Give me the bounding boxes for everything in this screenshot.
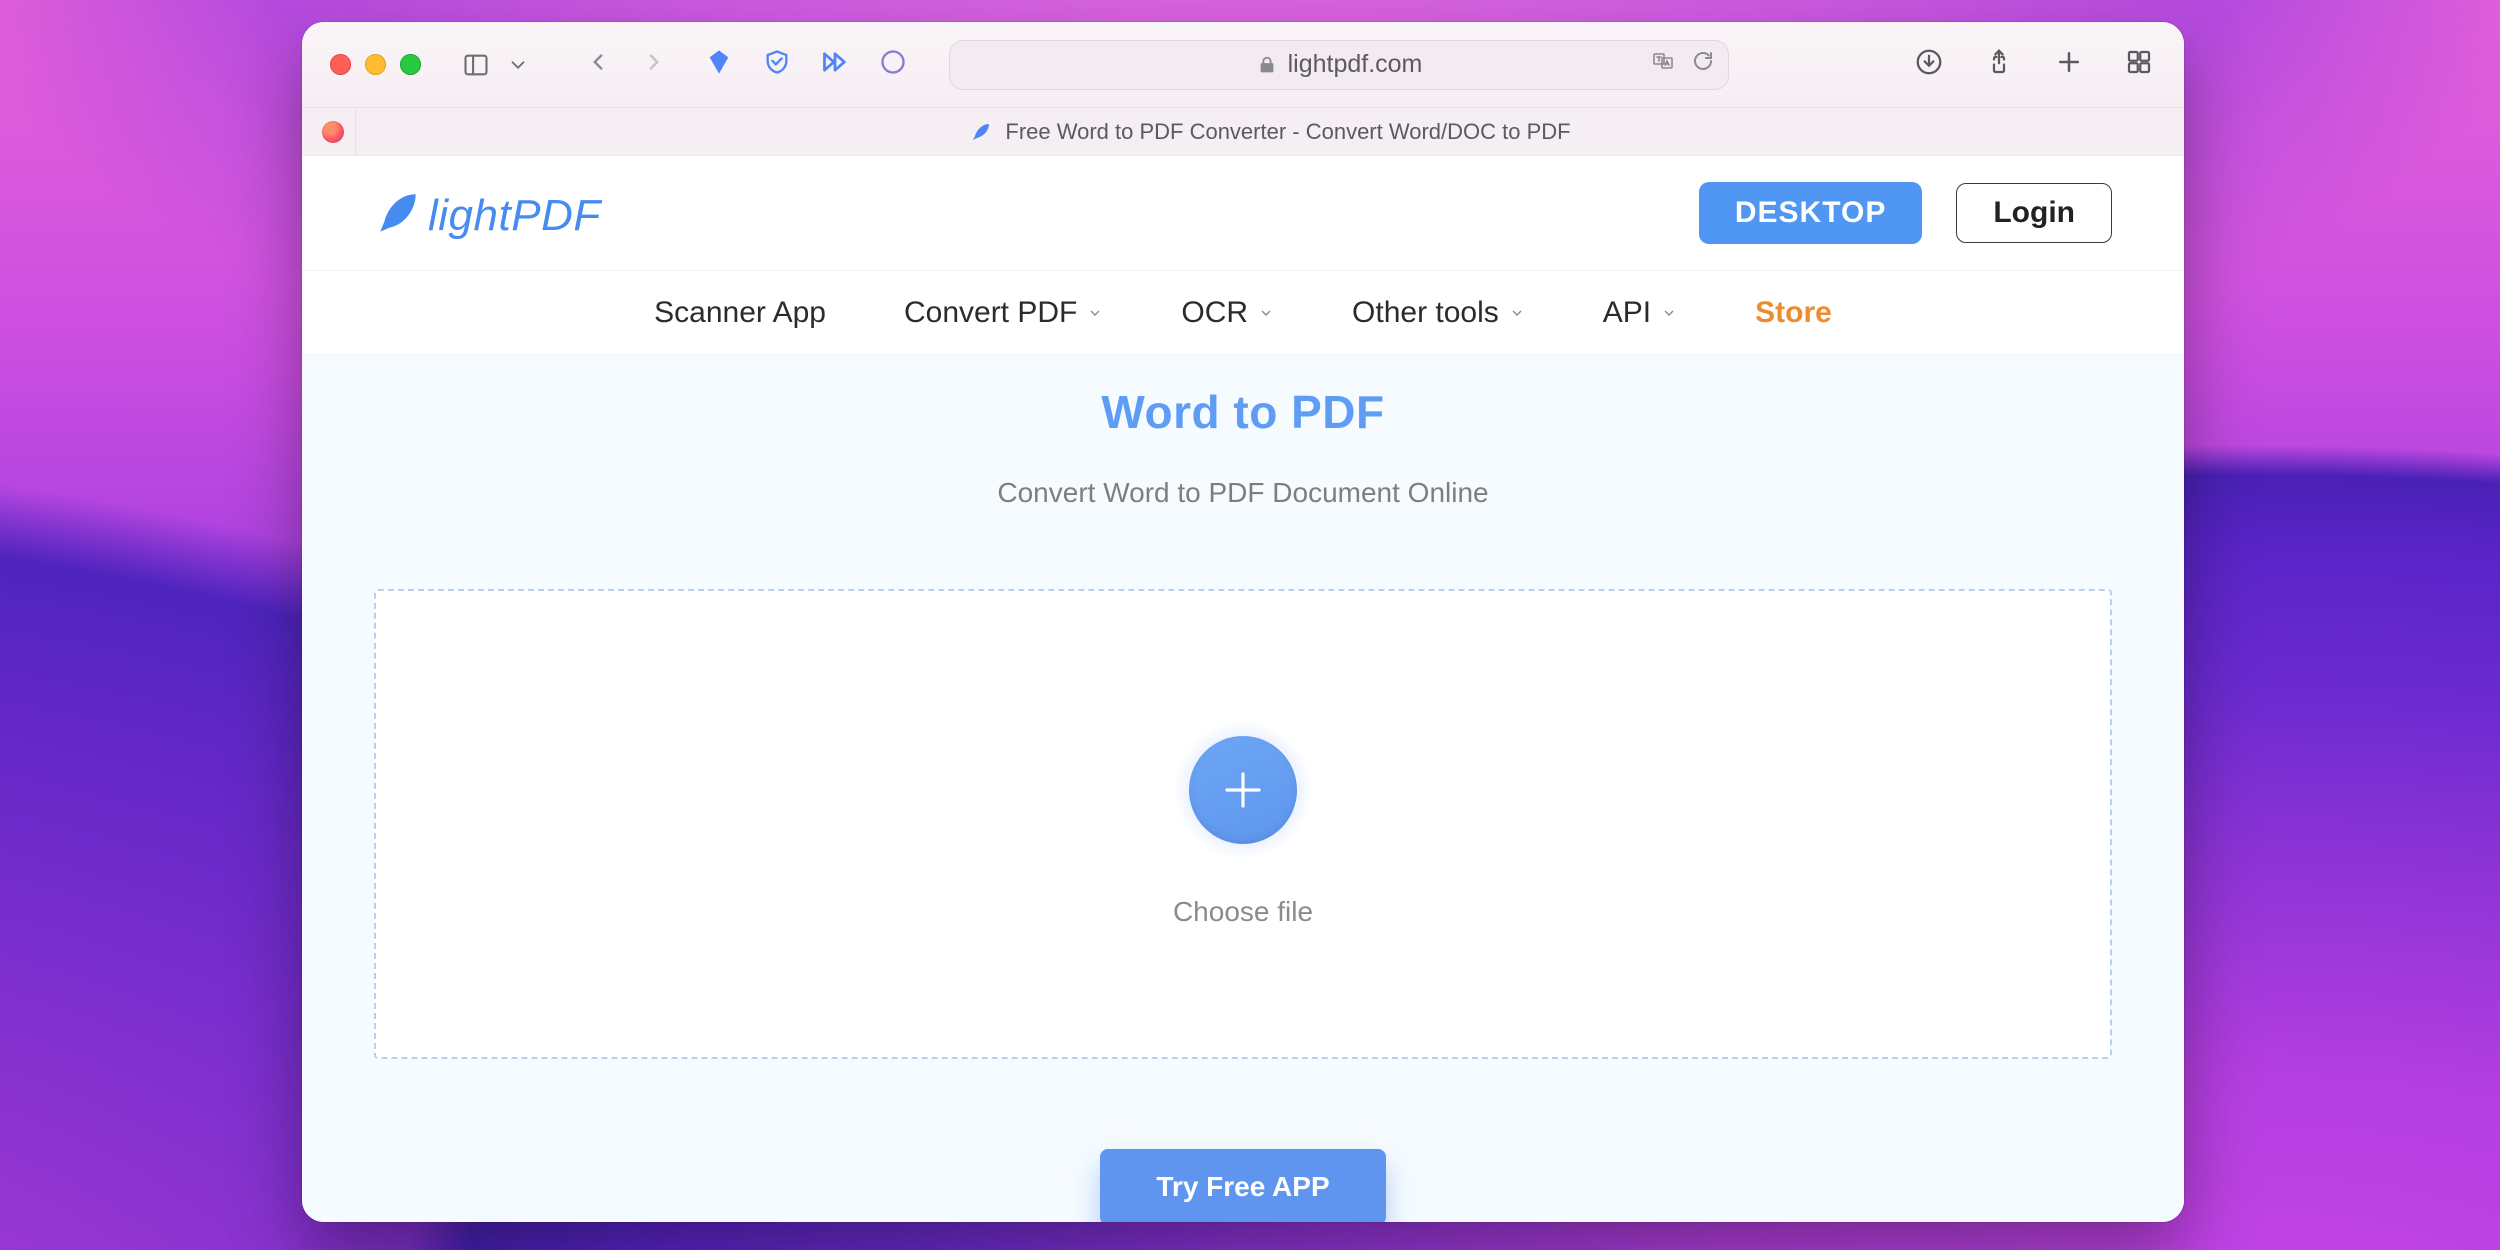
safari-toolbar: lightpdf.com (302, 22, 2184, 108)
tab-overview-button[interactable] (2124, 47, 2154, 82)
nav-label: OCR (1181, 296, 1248, 330)
file-dropzone[interactable]: Choose file (374, 589, 2112, 1059)
nav-other-tools[interactable]: Other tools (1352, 296, 1525, 330)
window-traffic-lights (330, 54, 421, 75)
nav-label: API (1603, 296, 1651, 330)
safari-window: lightpdf.com (302, 22, 2184, 1222)
new-tab-button[interactable] (2054, 47, 2084, 82)
try-free-app-button[interactable]: Try Free APP (1100, 1149, 1385, 1222)
nav-label: Store (1755, 296, 1832, 330)
extension-moon-icon[interactable] (879, 48, 907, 81)
lock-icon (1256, 54, 1278, 76)
forward-button[interactable] (641, 49, 667, 80)
desktop-button[interactable]: DESKTOP (1699, 182, 1922, 244)
login-button[interactable]: Login (1956, 183, 2112, 243)
nav-scanner-app[interactable]: Scanner App (654, 296, 826, 330)
nav-label: Convert PDF (904, 296, 1077, 330)
share-button[interactable] (1984, 47, 2014, 82)
chevron-down-icon (1258, 305, 1274, 321)
downloads-button[interactable] (1914, 47, 1944, 82)
sidebar-toggle-button[interactable] (455, 44, 497, 86)
page-viewport: lightPDF DESKTOP Login Scanner App Conve… (302, 156, 2184, 1222)
nav-ocr[interactable]: OCR (1181, 296, 1274, 330)
chevron-down-icon (1509, 305, 1525, 321)
window-close-button[interactable] (330, 54, 351, 75)
chevron-down-icon (1087, 305, 1103, 321)
translate-icon[interactable] (1651, 49, 1675, 80)
choose-file-label: Choose file (1173, 896, 1313, 928)
pinned-tab[interactable] (310, 108, 356, 155)
active-tab-title: Free Word to PDF Converter - Convert Wor… (1005, 119, 1570, 145)
extension-shield-icon[interactable] (763, 48, 791, 81)
reload-button[interactable] (1691, 49, 1715, 80)
site-logo-text: lightPDF (428, 194, 601, 238)
pinned-tab-favicon (322, 121, 344, 143)
site-header: lightPDF DESKTOP Login (302, 156, 2184, 271)
window-minimize-button[interactable] (365, 54, 386, 75)
site-logo[interactable]: lightPDF (374, 188, 601, 238)
plus-icon (1219, 766, 1267, 814)
chevron-down-icon (1661, 305, 1677, 321)
tab-strip: Free Word to PDF Converter - Convert Wor… (302, 108, 2184, 156)
page-title: Word to PDF (374, 385, 2112, 439)
window-zoom-button[interactable] (400, 54, 421, 75)
site-nav: Scanner App Convert PDF OCR Other tools … (302, 271, 2184, 355)
extension-fastforward-icon[interactable] (821, 48, 849, 81)
page-subtitle: Convert Word to PDF Document Online (374, 477, 2112, 509)
back-button[interactable] (585, 49, 611, 80)
active-tab[interactable]: Free Word to PDF Converter - Convert Wor… (356, 108, 2184, 155)
nav-label: Scanner App (654, 296, 826, 330)
page-scroll-area[interactable]: lightPDF DESKTOP Login Scanner App Conve… (302, 156, 2184, 1222)
nav-store[interactable]: Store (1755, 296, 1832, 330)
address-bar[interactable]: lightpdf.com (949, 40, 1729, 90)
extension-gem-icon[interactable] (705, 48, 733, 81)
nav-label: Other tools (1352, 296, 1499, 330)
nav-api[interactable]: API (1603, 296, 1677, 330)
nav-convert-pdf[interactable]: Convert PDF (904, 296, 1103, 330)
tool-section: Word to PDF Convert Word to PDF Document… (302, 355, 2184, 1222)
address-bar-host: lightpdf.com (1288, 50, 1423, 79)
feather-icon (969, 120, 993, 144)
add-file-button[interactable] (1173, 720, 1313, 860)
feather-icon (374, 188, 424, 238)
tab-group-dropdown-button[interactable] (497, 44, 539, 86)
